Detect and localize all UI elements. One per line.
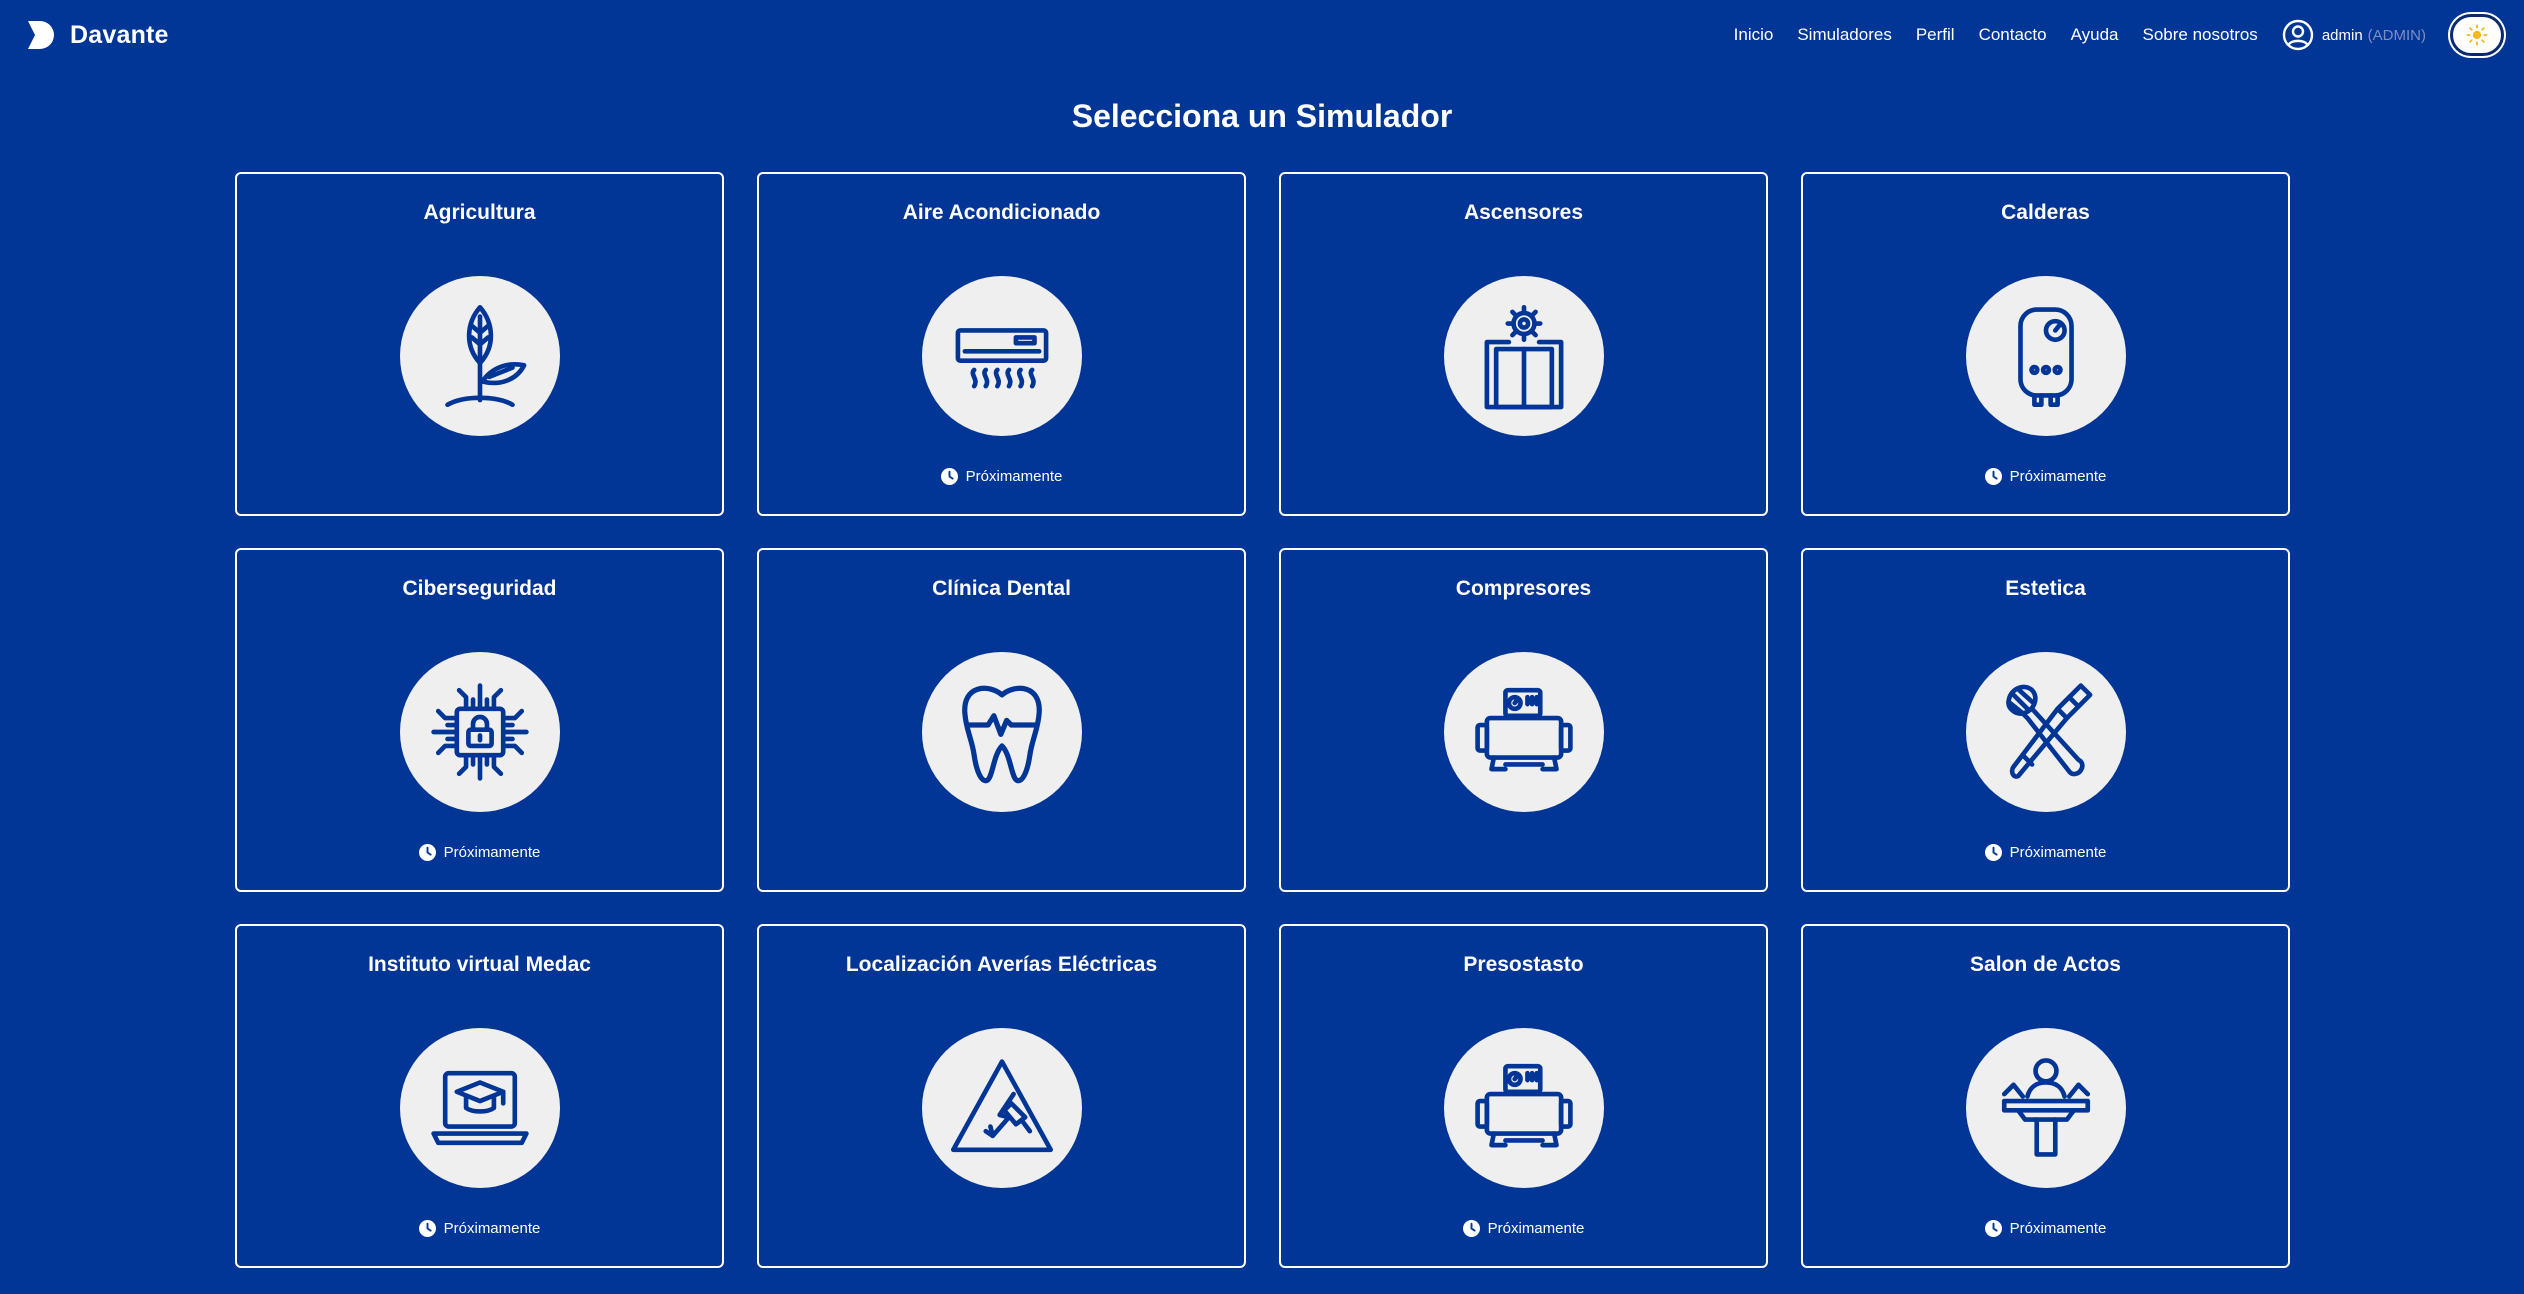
top-navigation-bar: Davante Inicio Simuladores Perfil Contac… bbox=[0, 0, 2524, 70]
user-menu[interactable]: admin (ADMIN) bbox=[2282, 19, 2426, 51]
nav-link-contacto[interactable]: Contacto bbox=[1979, 25, 2047, 45]
page-title: Selecciona un Simulador bbox=[1071, 98, 1453, 134]
simulator-card-salon-de-actos[interactable]: Salon de Actos Próximamente bbox=[1801, 924, 2290, 1268]
card-icon-circle bbox=[1965, 1028, 2126, 1188]
brand-home-link[interactable]: Davante bbox=[26, 17, 169, 53]
clock-icon bbox=[940, 468, 958, 485]
card-icon-circle bbox=[1443, 1028, 1604, 1188]
simulator-card-presostasto[interactable]: Presostasto Próximamente bbox=[1279, 924, 1768, 1268]
card-title: Agricultura bbox=[423, 201, 536, 224]
simulator-grid: Agricultura Aire Acondicionado Próximame… bbox=[235, 172, 2290, 1268]
nav-link-inicio[interactable]: Inicio bbox=[1734, 25, 1774, 45]
electrical-warning-icon bbox=[944, 1050, 1060, 1166]
simulator-card-estetica[interactable]: Estetica Próximamente bbox=[1801, 548, 2290, 892]
card-title: Ciberseguridad bbox=[402, 577, 557, 600]
coming-soon-label: Próximamente bbox=[1803, 1220, 2288, 1237]
plant-sprout-icon bbox=[422, 298, 538, 414]
theme-toggle-button[interactable] bbox=[2450, 14, 2504, 56]
coming-soon-label: Próximamente bbox=[1803, 844, 2288, 861]
coming-soon-label: Próximamente bbox=[237, 844, 722, 861]
user-name: admin bbox=[2321, 26, 2363, 44]
nav-link-ayuda[interactable]: Ayuda bbox=[2071, 25, 2119, 45]
elevator-gear-icon bbox=[1466, 298, 1582, 414]
coming-soon-text: Próximamente bbox=[2009, 844, 2107, 861]
card-title: Presostasto bbox=[1463, 953, 1584, 976]
simulator-card-calderas[interactable]: Calderas Próximamente bbox=[1801, 172, 2290, 516]
coming-soon-label: Próximamente bbox=[1281, 1220, 1766, 1237]
simulator-card-agricultura[interactable]: Agricultura bbox=[235, 172, 724, 516]
card-icon-circle bbox=[1965, 652, 2126, 812]
card-icon-circle bbox=[399, 652, 560, 812]
card-title: Localización Averías Eléctricas bbox=[845, 953, 1158, 976]
pressure-switch-icon bbox=[1466, 1050, 1582, 1166]
compressor-icon bbox=[1466, 674, 1582, 790]
coming-soon-text: Próximamente bbox=[443, 844, 541, 861]
coming-soon-label: Próximamente bbox=[759, 468, 1244, 485]
coming-soon-label: Próximamente bbox=[237, 1220, 722, 1237]
card-title: Ascensores bbox=[1463, 201, 1584, 224]
card-icon-circle bbox=[1965, 276, 2126, 436]
simulator-card-compresores[interactable]: Compresores bbox=[1279, 548, 1768, 892]
simulator-card-instituto-virtual-medac[interactable]: Instituto virtual Medac Próximamente bbox=[235, 924, 724, 1268]
nav-link-simuladores[interactable]: Simuladores bbox=[1797, 25, 1892, 45]
nav-link-sobre-nosotros[interactable]: Sobre nosotros bbox=[2143, 25, 2258, 45]
card-icon-circle bbox=[1443, 652, 1604, 812]
simulator-card-clinica-dental[interactable]: Clínica Dental bbox=[757, 548, 1246, 892]
card-title: Estetica bbox=[2005, 577, 2086, 600]
brand-name: Davante bbox=[70, 20, 169, 49]
card-title: Aire Acondicionado bbox=[902, 201, 1101, 224]
main-nav: Inicio Simuladores Perfil Contacto Ayuda… bbox=[1734, 0, 2524, 70]
simulator-card-aire-acondicionado[interactable]: Aire Acondicionado Próximamente bbox=[757, 172, 1246, 516]
davante-logo-icon bbox=[26, 19, 56, 51]
card-title: Salon de Actos bbox=[1970, 953, 2121, 976]
tooth-icon bbox=[944, 674, 1060, 790]
coming-soon-text: Próximamente bbox=[443, 1220, 541, 1237]
simulator-card-ciberseguridad[interactable]: Ciberseguridad Próximamente bbox=[235, 548, 724, 892]
clock-icon bbox=[1984, 1220, 2002, 1237]
coming-soon-text: Próximamente bbox=[2009, 1220, 2107, 1237]
clock-icon bbox=[418, 844, 436, 861]
clock-icon bbox=[1462, 1220, 1480, 1237]
coming-soon-text: Próximamente bbox=[2009, 468, 2107, 485]
makeup-brushes-icon bbox=[1988, 674, 2104, 790]
card-icon-circle bbox=[399, 276, 560, 436]
nav-link-perfil[interactable]: Perfil bbox=[1916, 25, 1955, 45]
clock-icon bbox=[1984, 468, 2002, 485]
user-circle-icon bbox=[2282, 19, 2314, 51]
card-icon-circle bbox=[921, 276, 1082, 436]
simulator-card-localizacion-averias-electricas[interactable]: Localización Averías Eléctricas bbox=[757, 924, 1246, 1268]
sun-icon bbox=[2466, 24, 2488, 46]
simulator-card-ascensores[interactable]: Ascensores bbox=[1279, 172, 1768, 516]
card-icon-circle bbox=[399, 1028, 560, 1188]
coming-soon-text: Próximamente bbox=[965, 468, 1063, 485]
card-title: Calderas bbox=[2001, 201, 2090, 224]
chip-lock-icon bbox=[422, 674, 538, 790]
card-icon-circle bbox=[921, 652, 1082, 812]
card-icon-circle bbox=[921, 1028, 1082, 1188]
air-conditioner-icon bbox=[944, 298, 1060, 414]
user-role: (ADMIN) bbox=[2367, 26, 2426, 44]
card-title: Compresores bbox=[1455, 577, 1592, 600]
speaker-podium-icon bbox=[1988, 1050, 2104, 1166]
clock-icon bbox=[418, 1220, 436, 1237]
laptop-graduation-cap-icon bbox=[422, 1050, 538, 1166]
card-icon-circle bbox=[1443, 276, 1604, 436]
coming-soon-label: Próximamente bbox=[1803, 468, 2288, 485]
coming-soon-text: Próximamente bbox=[1487, 1220, 1585, 1237]
card-title: Instituto virtual Medac bbox=[368, 953, 591, 976]
clock-icon bbox=[1984, 844, 2002, 861]
boiler-icon bbox=[1988, 298, 2104, 414]
card-title: Clínica Dental bbox=[932, 577, 1071, 600]
